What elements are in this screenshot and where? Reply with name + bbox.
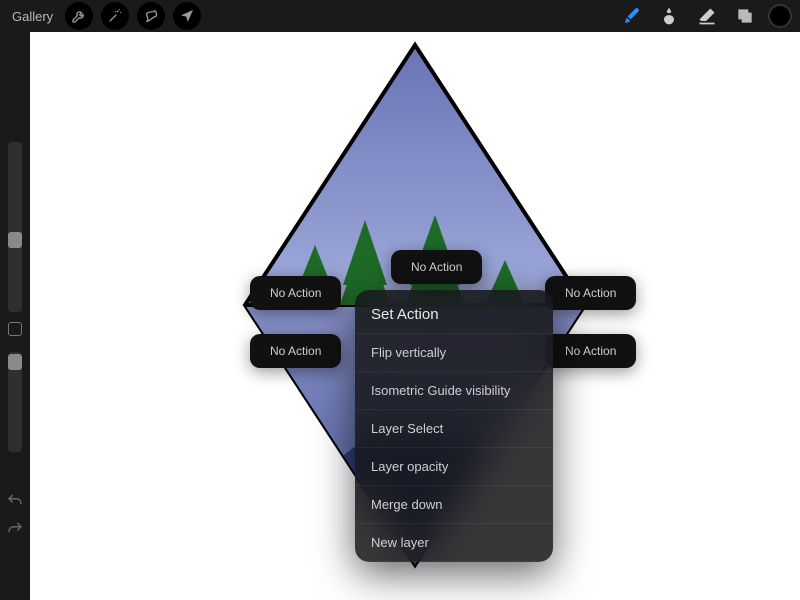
- action-option[interactable]: Layer opacity: [355, 448, 553, 486]
- quickmenu-slot-right-upper[interactable]: No Action: [545, 276, 636, 310]
- left-sidebar: [0, 32, 30, 600]
- undo-icon[interactable]: [6, 492, 24, 510]
- smudge-icon[interactable]: [654, 1, 684, 31]
- action-option[interactable]: Merge down: [355, 486, 553, 524]
- gallery-button[interactable]: Gallery: [8, 9, 57, 24]
- toolbar-right-group: [616, 1, 792, 31]
- opacity-slider[interactable]: [8, 352, 22, 452]
- color-picker-button[interactable]: [768, 4, 792, 28]
- popover-options-list[interactable]: Flip vertically Isometric Guide visibili…: [355, 334, 553, 562]
- action-option[interactable]: Isometric Guide visibility: [355, 372, 553, 410]
- layers-icon[interactable]: [730, 1, 760, 31]
- redo-icon[interactable]: [6, 520, 24, 538]
- wand-icon[interactable]: [101, 2, 129, 30]
- brush-size-slider[interactable]: [8, 142, 22, 312]
- selection-icon[interactable]: [137, 2, 165, 30]
- quickmenu-slot-left-lower[interactable]: No Action: [250, 334, 341, 368]
- action-option[interactable]: New layer: [355, 524, 553, 562]
- quickmenu-slot-top[interactable]: No Action: [391, 250, 482, 284]
- quickmenu-slot-right-lower[interactable]: No Action: [545, 334, 636, 368]
- eraser-icon[interactable]: [692, 1, 722, 31]
- opacity-handle[interactable]: [8, 354, 22, 370]
- popover-title: Set Action: [355, 300, 553, 334]
- wrench-icon[interactable]: [65, 2, 93, 30]
- quickmenu-slot-left-upper[interactable]: No Action: [250, 276, 341, 310]
- brush-icon[interactable]: [616, 1, 646, 31]
- brush-size-handle[interactable]: [8, 232, 22, 248]
- action-option[interactable]: Flip vertically: [355, 334, 553, 372]
- toolbar-left-group: Gallery: [8, 2, 201, 30]
- modify-button[interactable]: [8, 322, 22, 336]
- set-action-popover: Set Action Flip vertically Isometric Gui…: [355, 290, 553, 562]
- top-toolbar: Gallery: [0, 0, 800, 32]
- transform-icon[interactable]: [173, 2, 201, 30]
- action-option[interactable]: Layer Select: [355, 410, 553, 448]
